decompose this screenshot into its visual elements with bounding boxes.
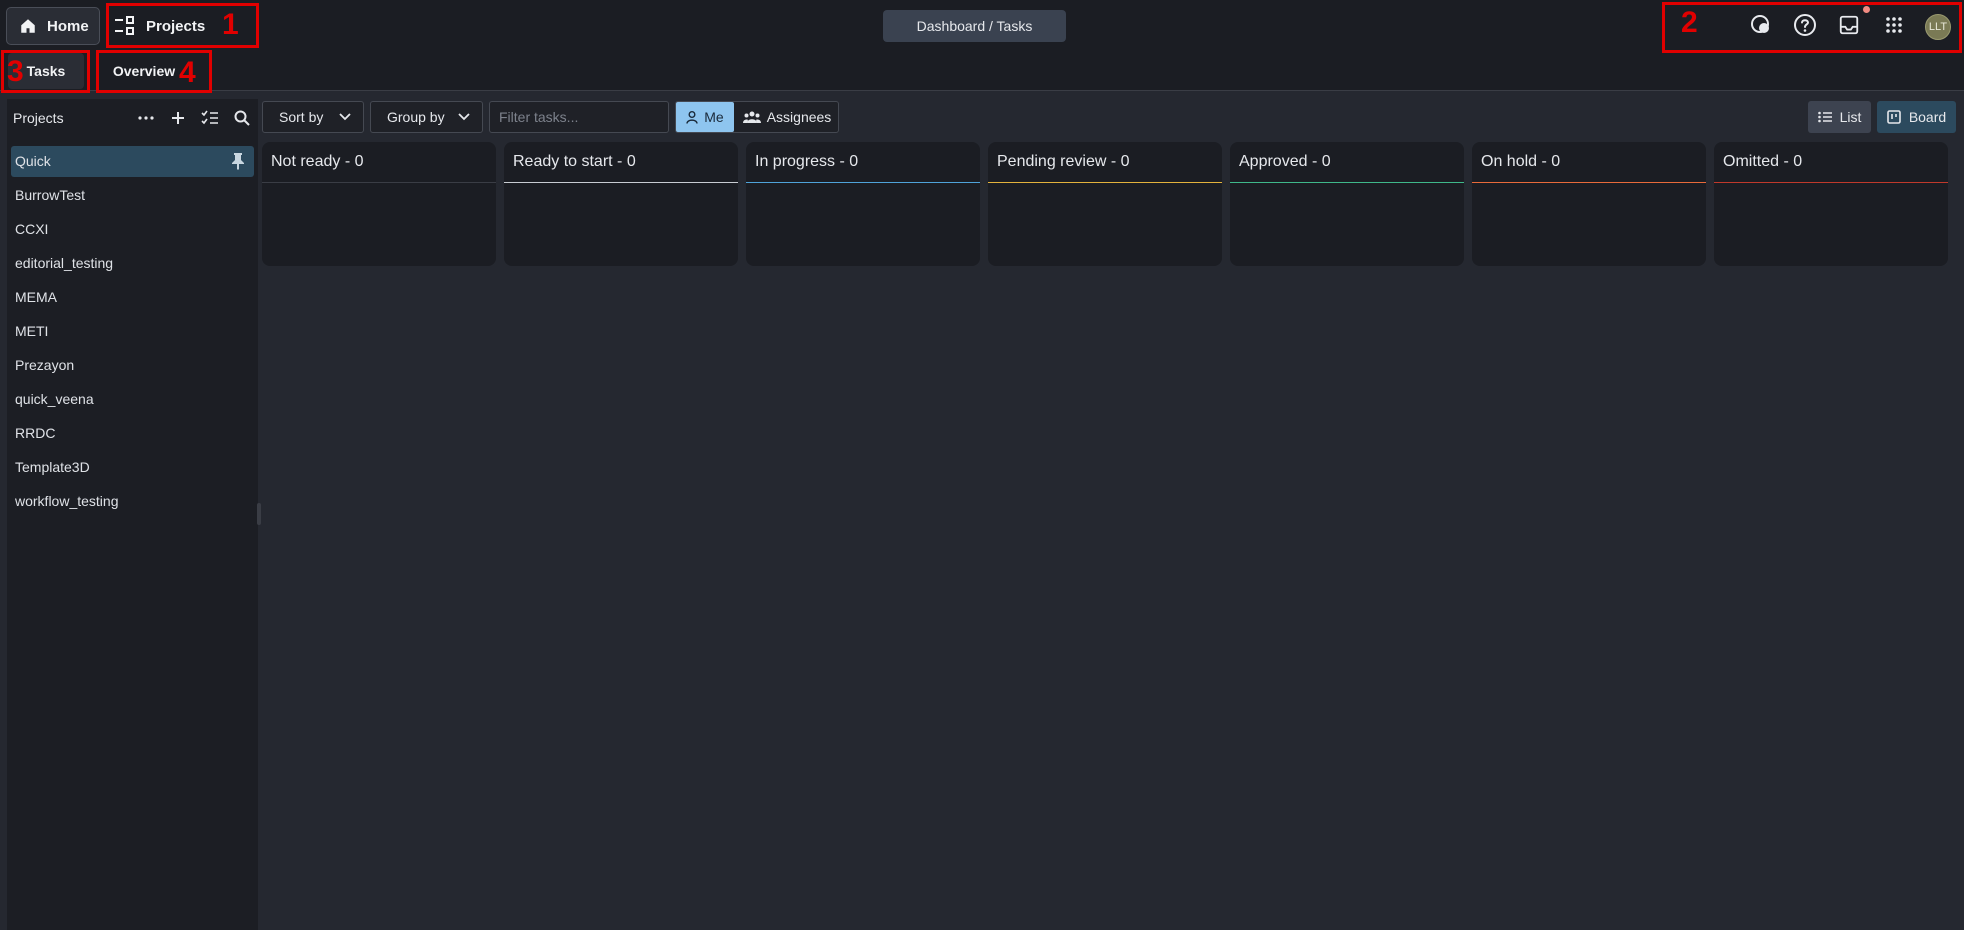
column-title: In progress - 0 (755, 153, 859, 170)
board-column: Pending review - 0 (988, 142, 1222, 266)
annotation-label-1: 1 (222, 8, 239, 41)
annotation-box-2 (1662, 2, 1962, 53)
board-column: Approved - 0 (1230, 142, 1464, 266)
list-view-button[interactable]: List (1808, 101, 1871, 133)
filter-tasks-input[interactable] (489, 101, 669, 133)
pin-icon[interactable] (230, 152, 246, 170)
annotation-label-4: 4 (179, 56, 196, 89)
home-icon (19, 17, 37, 35)
column-title: Approved - 0 (1239, 153, 1331, 170)
me-toggle[interactable]: Me (676, 102, 734, 132)
sort-by-dropdown[interactable]: Sort by (262, 101, 364, 133)
column-title: On hold - 0 (1481, 153, 1561, 170)
breadcrumb: Dashboard / Tasks (883, 10, 1066, 42)
board-view-button[interactable]: Board (1877, 101, 1956, 133)
me-label: Me (704, 109, 724, 125)
group-by-dropdown[interactable]: Group by (370, 101, 483, 133)
column-divider (504, 182, 738, 183)
project-item[interactable]: Prezayon (15, 357, 74, 373)
chevron-down-icon (339, 113, 351, 121)
project-item[interactable]: quick_veena (15, 391, 94, 407)
board-column: Not ready - 0 (262, 142, 496, 266)
search-icon[interactable] (232, 108, 252, 128)
board-column: On hold - 0 (1472, 142, 1706, 266)
assignees-label: Assignees (766, 109, 832, 125)
person-icon (686, 110, 698, 124)
project-item[interactable]: Quick (15, 153, 51, 169)
add-project-icon[interactable] (168, 108, 188, 128)
chevron-down-icon (458, 113, 470, 121)
column-divider (746, 182, 980, 183)
project-item[interactable]: workflow_testing (15, 493, 119, 509)
column-title: Ready to start - 0 (513, 153, 636, 170)
more-options-icon[interactable] (136, 108, 156, 128)
column-title: Not ready - 0 (271, 153, 364, 170)
project-item[interactable]: BurrowTest (15, 187, 85, 203)
project-item[interactable]: CCXI (15, 221, 48, 237)
project-item[interactable]: RRDC (15, 425, 55, 441)
group-by-label: Group by (387, 109, 445, 125)
checklist-icon[interactable] (200, 108, 220, 128)
home-label: Home (47, 17, 89, 35)
annotation-label-3: 3 (7, 55, 24, 88)
column-divider (1714, 182, 1948, 183)
board-label: Board (1908, 109, 1947, 125)
annotation-label-2: 2 (1681, 6, 1698, 39)
home-button[interactable]: Home (6, 7, 100, 45)
group-icon (742, 111, 761, 123)
sidebar-title: Projects (13, 110, 64, 126)
assignees-toggle[interactable]: Assignees (736, 102, 838, 132)
column-divider (1472, 182, 1706, 183)
project-item[interactable]: METI (15, 323, 48, 339)
board-column: In progress - 0 (746, 142, 980, 266)
board-column: Omitted - 0 (1714, 142, 1948, 266)
project-item[interactable]: editorial_testing (15, 255, 113, 271)
board-icon (1887, 110, 1901, 124)
column-divider (1230, 182, 1464, 183)
project-item[interactable]: MEMA (15, 289, 57, 305)
project-item[interactable]: Template3D (15, 459, 90, 475)
sidebar-resize-handle[interactable] (257, 503, 261, 525)
column-title: Omitted - 0 (1723, 153, 1803, 170)
column-divider (262, 182, 496, 183)
sort-by-label: Sort by (279, 109, 324, 125)
board-column: Ready to start - 0 (504, 142, 738, 266)
column-title: Pending review - 0 (997, 153, 1130, 170)
column-divider (988, 182, 1222, 183)
list-label: List (1839, 109, 1862, 125)
list-icon (1817, 111, 1832, 123)
tab-bar (0, 50, 1964, 91)
